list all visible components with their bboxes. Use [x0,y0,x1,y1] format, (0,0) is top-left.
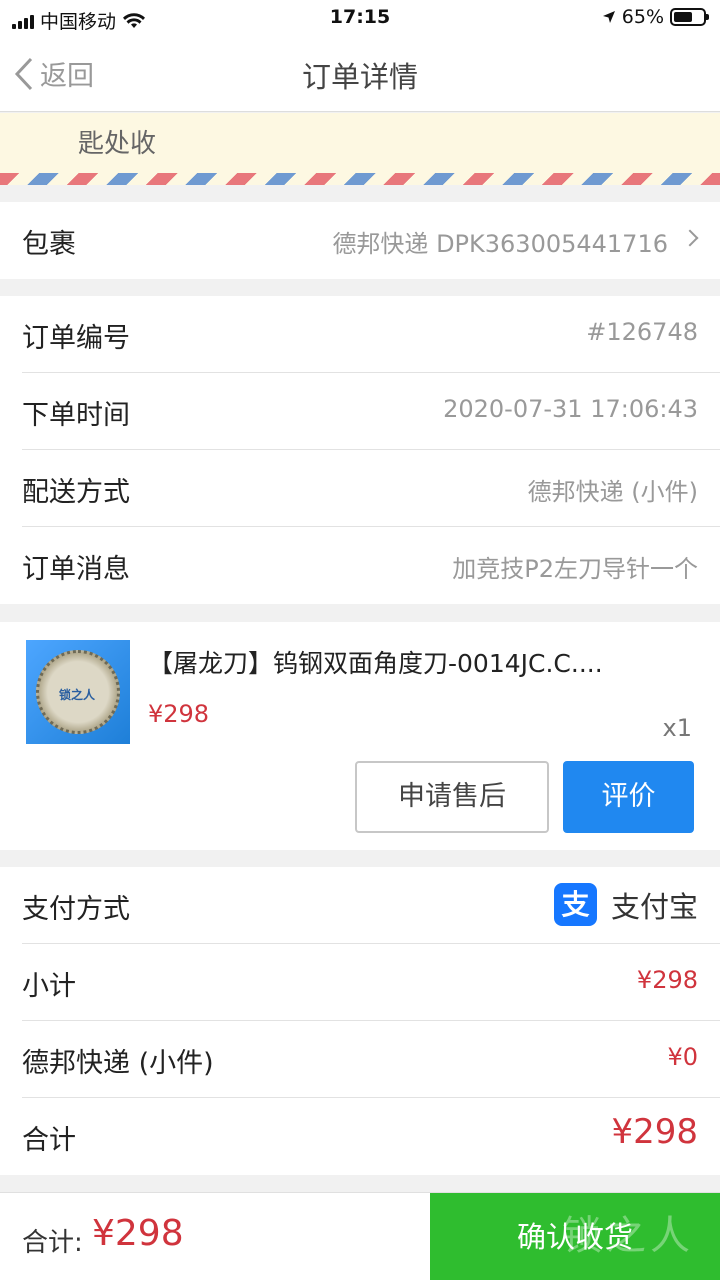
thumbnail-brand: 锁之人 [59,688,96,702]
order-info-card: 订单编号 #126748 下单时间 2020-07-31 17:06:43 配送… [0,296,720,604]
payment-card: 支付方式 支 支付宝 小计 ¥298 德邦快递 (小件) ¥0 合计 ¥298 [0,867,720,1175]
order-number-value: #126748 [586,318,698,346]
product-price: ¥298 [148,700,210,728]
delivery-method-value: 德邦快递 (小件) [527,478,698,506]
package-row[interactable]: 包裹 德邦快递 DPK363005441716 [22,202,720,279]
product-quantity: x1 [662,714,692,742]
package-label: 包裹 [22,229,76,260]
payment-method-row: 支付方式 支 支付宝 [22,867,720,944]
confirm-receipt-button[interactable]: 确认收货 [430,1193,720,1280]
address-notice[interactable]: 匙处收 [0,113,720,185]
review-button[interactable]: 评价 [563,761,694,833]
status-bar: 中国移动 17:15 65% [0,0,720,36]
after-sale-button[interactable]: 申请售后 [355,761,549,833]
order-number-row: 订单编号 #126748 [22,296,720,373]
chevron-right-icon [681,229,699,247]
product-title[interactable]: 【屠龙刀】钨钢双面角度刀-0014JC.C.... [148,644,678,680]
order-message-label: 订单消息 [22,554,130,585]
package-tracking: 德邦快递 DPK363005441716 [332,230,668,258]
location-arrow-icon [602,11,615,23]
order-message-value: 加竞技P2左刀导针一个 [452,555,698,583]
delivery-method-label: 配送方式 [22,477,130,508]
alipay-icon: 支 [553,883,597,926]
airmail-border [0,173,720,185]
subtotal-row: 小计 ¥298 [22,944,720,1021]
order-time-label: 下单时间 [22,400,130,431]
package-card: 包裹 德邦快递 DPK363005441716 [0,202,720,279]
subtotal-label: 小计 [22,971,76,1002]
subtotal-value: ¥298 [636,966,698,994]
nav-bar: 返回 订单详情 [0,36,720,112]
battery-icon [670,8,709,26]
notice-text: 匙处收 [78,129,157,159]
payment-method-value: 支 支付宝 [553,883,698,926]
shipping-fee-row: 德邦快递 (小件) ¥0 [22,1021,720,1098]
product-card: 锁之人 【屠龙刀】钨钢双面角度刀-0014JC.C.... ¥298 x1 申请… [0,622,720,850]
total-row: 合计 ¥298 [22,1098,720,1175]
total-value: ¥298 [611,1112,698,1152]
delivery-method-row: 配送方式 德邦快递 (小件) [22,450,720,527]
shipping-fee-value: ¥0 [667,1043,698,1071]
order-time-value: 2020-07-31 17:06:43 [443,395,698,423]
order-number-label: 订单编号 [22,323,130,354]
total-label: 合计 [22,1125,76,1156]
blade-image: 锁之人 [36,650,120,734]
order-message-row: 订单消息 加竞技P2左刀导针一个 [22,527,720,604]
alipay-label: 支付宝 [610,889,698,924]
bottom-total-value: ¥298 [92,1213,184,1254]
page-title: 订单详情 [301,60,418,94]
product-thumbnail[interactable]: 锁之人 [26,640,130,744]
bottom-total-label: 合计: [22,1228,83,1258]
shipping-fee-label: 德邦快递 (小件) [22,1048,214,1079]
battery-percent: 65% [621,6,664,28]
order-time-row: 下单时间 2020-07-31 17:06:43 [22,373,720,450]
payment-method-label: 支付方式 [22,894,130,925]
bottom-bar: 合计: ¥298 确认收货 锁之人 [0,1192,720,1280]
